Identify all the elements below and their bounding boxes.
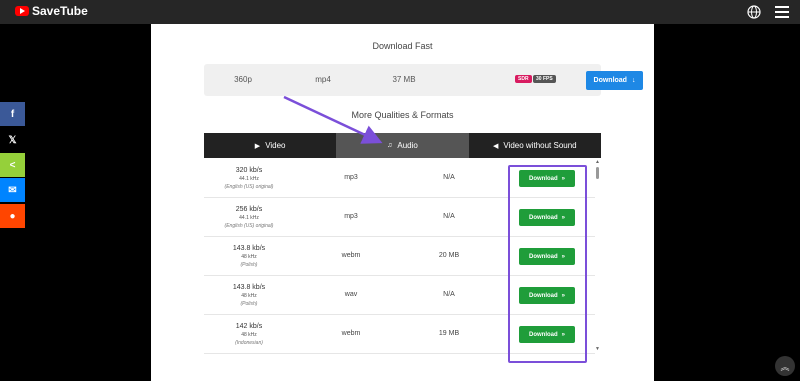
messenger-icon: ✉ bbox=[8, 184, 17, 196]
scroll-up-arrow-icon[interactable]: ▲ bbox=[595, 159, 600, 165]
youtube-play-icon bbox=[15, 6, 29, 16]
download-buttons-highlight bbox=[508, 165, 587, 363]
bitrate: 256 kb/s bbox=[235, 206, 263, 213]
format-tabs: ▶ Video ♫ Audio ◀ Video without Sound bbox=[204, 133, 601, 158]
quality-cell: 143.8 kb/s 48 kHz (Polish) bbox=[204, 237, 294, 276]
quality-cell: 320 kb/s 44.1 kHz (English (US) original… bbox=[204, 159, 294, 198]
download-fast-button[interactable]: Download ↓ bbox=[586, 71, 643, 90]
tab-video-label: Video bbox=[265, 141, 286, 150]
fast-size: 37 MB bbox=[392, 75, 416, 84]
share-sharethis-button[interactable]: < bbox=[0, 153, 25, 177]
table-scrollbar[interactable]: ▲ ▼ bbox=[595, 159, 601, 355]
fps-badge: 30 FPS bbox=[533, 75, 556, 83]
x-icon: 𝕏 bbox=[8, 134, 17, 146]
audio-language: (English (US) original) bbox=[224, 223, 274, 229]
share-x-button[interactable]: 𝕏 bbox=[0, 128, 25, 152]
volume-mute-icon: ◀ bbox=[493, 142, 499, 150]
sample-rate: 48 kHz bbox=[241, 254, 257, 260]
sample-rate: 44.1 kHz bbox=[239, 176, 259, 182]
quality-cell: 256 kb/s 44.1 kHz (English (US) original… bbox=[204, 198, 294, 237]
share-icon: < bbox=[9, 159, 16, 171]
scroll-to-top-button[interactable]: ︽ bbox=[775, 356, 795, 376]
scroll-thumb[interactable] bbox=[596, 167, 599, 179]
sdr-badge: SDR bbox=[515, 75, 532, 83]
top-navbar: SaveTube bbox=[0, 0, 800, 24]
quality-cell: 143.8 kb/s 48 kHz (Polish) bbox=[204, 276, 294, 315]
tab-video-without-sound[interactable]: ◀ Video without Sound bbox=[468, 133, 601, 158]
bitrate: 142 kb/s bbox=[235, 323, 263, 330]
download-fast-label: Download bbox=[593, 77, 627, 84]
share-reddit-button[interactable]: ● bbox=[0, 204, 25, 228]
fast-resolution: 360p bbox=[234, 75, 252, 84]
tab-audio[interactable]: ♫ Audio bbox=[336, 133, 469, 158]
bitrate: 320 kb/s bbox=[235, 167, 263, 174]
download-arrow-icon: ↓ bbox=[631, 77, 636, 84]
tab-video-without-sound-label: Video without Sound bbox=[503, 141, 577, 150]
chevron-double-up-icon: ︽ bbox=[780, 361, 790, 372]
music-note-icon: ♫ bbox=[387, 142, 393, 149]
audio-language: (Polish) bbox=[240, 262, 258, 268]
quality-cell: 142 kb/s 48 kHz (Indonesian) bbox=[204, 315, 294, 354]
download-fast-panel: 360p mp4 37 MB SDR 30 FPS Download ↓ bbox=[204, 64, 643, 96]
hamburger-menu-icon[interactable] bbox=[775, 6, 789, 18]
bitrate: 143.8 kb/s bbox=[232, 284, 266, 291]
sample-rate: 48 kHz bbox=[241, 332, 257, 338]
sample-rate: 44.1 kHz bbox=[239, 215, 259, 221]
share-messenger-button[interactable]: ✉ bbox=[0, 178, 25, 202]
fast-format: mp4 bbox=[315, 75, 331, 84]
audio-language: (Indonesian) bbox=[235, 340, 263, 346]
logo-text: SaveTube bbox=[32, 4, 88, 18]
main-content: Download Fast 360p mp4 37 MB SDR 30 FPS … bbox=[151, 24, 654, 381]
audio-language: (English (US) original) bbox=[224, 184, 274, 190]
more-qualities-title: More Qualities & Formats bbox=[351, 110, 454, 120]
audio-language: (Polish) bbox=[240, 301, 258, 307]
reddit-icon: ● bbox=[9, 210, 16, 222]
facebook-icon: f bbox=[10, 108, 15, 120]
sample-rate: 48 kHz bbox=[241, 293, 257, 299]
download-fast-title: Download Fast bbox=[372, 41, 433, 51]
globe-icon[interactable] bbox=[747, 5, 761, 19]
bitrate: 143.8 kb/s bbox=[232, 245, 266, 252]
share-facebook-button[interactable]: f bbox=[0, 102, 25, 126]
tab-audio-label: Audio bbox=[397, 141, 418, 150]
play-circle-icon: ▶ bbox=[254, 142, 261, 150]
site-logo[interactable]: SaveTube bbox=[15, 4, 88, 18]
tab-video[interactable]: ▶ Video bbox=[204, 133, 337, 158]
scroll-down-arrow-icon[interactable]: ▼ bbox=[595, 346, 600, 352]
